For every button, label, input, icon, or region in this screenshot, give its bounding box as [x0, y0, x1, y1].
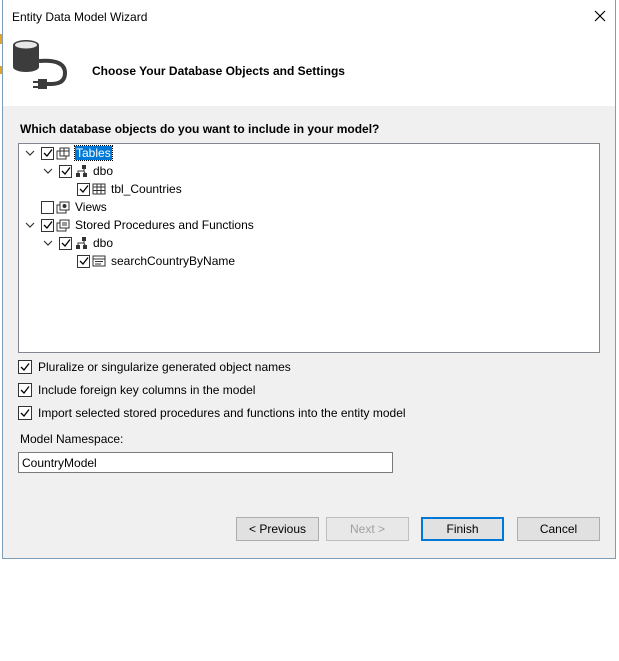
tree-node-views[interactable]: Views [41, 198, 107, 216]
tables-dbo-checkbox[interactable] [59, 164, 72, 178]
tbl-countries-checkbox[interactable] [77, 182, 90, 196]
tree-node-stored-procedures[interactable]: Stored Procedures and Functions [23, 216, 254, 234]
tree-node-label: Stored Procedures and Functions [75, 218, 254, 232]
schema-icon [74, 236, 88, 250]
wizard-header: Choose Your Database Objects and Setting… [3, 34, 615, 106]
foreign-keys-checkbox[interactable] [18, 383, 32, 397]
checkmark-icon [20, 386, 30, 394]
chevron-down-icon[interactable] [41, 236, 55, 250]
tree-node-label: tbl_Countries [111, 182, 182, 196]
schema-icon [74, 164, 88, 178]
checkmark-icon [61, 239, 71, 247]
pluralize-label: Pluralize or singularize generated objec… [38, 360, 291, 374]
tree-node-tbl-countries[interactable]: tbl_Countries [77, 180, 182, 198]
tree-node-label: dbo [93, 236, 114, 250]
tree-node-label: dbo [93, 164, 114, 178]
checkmark-icon [79, 257, 89, 265]
chevron-down-icon[interactable] [23, 146, 37, 160]
wizard-body: Which database objects do you want to in… [3, 106, 615, 558]
tree-node-tables-dbo[interactable]: dbo [41, 162, 113, 180]
tree-node-tables[interactable]: Tables [23, 144, 113, 162]
page-title: Choose Your Database Objects and Setting… [92, 64, 345, 78]
chevron-down-icon[interactable] [41, 164, 55, 178]
foreign-keys-option[interactable]: Include foreign key columns in the model [18, 383, 255, 397]
view-folder-icon [56, 200, 70, 214]
chevron-down-icon[interactable] [23, 218, 37, 232]
stored-procedure-icon [92, 254, 106, 268]
title-bar: Entity Data Model Wizard [3, 0, 615, 34]
import-procs-checkbox[interactable] [18, 406, 32, 420]
foreign-keys-label: Include foreign key columns in the model [38, 383, 256, 397]
tree-node-procs-dbo[interactable]: dbo [41, 234, 113, 252]
checkmark-icon [20, 363, 30, 371]
import-procs-label: Import selected stored procedures and fu… [38, 406, 406, 420]
close-button[interactable] [589, 5, 611, 27]
stored-procedures-checkbox[interactable] [41, 218, 54, 232]
cancel-button[interactable]: Cancel [517, 517, 600, 541]
checkmark-icon [43, 221, 53, 229]
checkmark-icon [43, 149, 53, 157]
close-icon [594, 10, 606, 22]
procedure-folder-icon [56, 218, 70, 232]
previous-button[interactable]: < Previous [236, 517, 319, 541]
database-objects-tree[interactable]: Tables dbo tbl_Countries Views Stored Pr… [18, 143, 600, 353]
tree-node-search-country-by-name[interactable]: searchCountryByName [77, 252, 235, 270]
tree-node-label: Tables [74, 145, 113, 161]
database-connect-icon [13, 40, 68, 89]
tables-checkbox[interactable] [41, 146, 54, 160]
window-title: Entity Data Model Wizard [12, 10, 148, 24]
search-proc-checkbox[interactable] [77, 254, 90, 268]
model-namespace-input[interactable] [18, 452, 393, 473]
checkmark-icon [20, 409, 30, 417]
wizard-dialog: Entity Data Model Wizard Choose Your Dat… [2, 0, 616, 559]
next-button[interactable]: Next > [326, 517, 409, 541]
import-procs-option[interactable]: Import selected stored procedures and fu… [18, 406, 406, 420]
table-icon [92, 182, 106, 196]
finish-button[interactable]: Finish [421, 517, 504, 541]
model-namespace-label: Model Namespace: [20, 432, 124, 446]
tree-node-label: searchCountryByName [111, 254, 236, 268]
views-checkbox[interactable] [41, 200, 54, 214]
tree-node-label: Views [75, 200, 107, 214]
objects-question: Which database objects do you want to in… [20, 122, 380, 136]
checkmark-icon [79, 185, 89, 193]
table-folder-icon [56, 146, 70, 160]
checkmark-icon [61, 167, 71, 175]
pluralize-checkbox[interactable] [18, 360, 32, 374]
procs-dbo-checkbox[interactable] [59, 236, 72, 250]
pluralize-option[interactable]: Pluralize or singularize generated objec… [18, 360, 291, 374]
